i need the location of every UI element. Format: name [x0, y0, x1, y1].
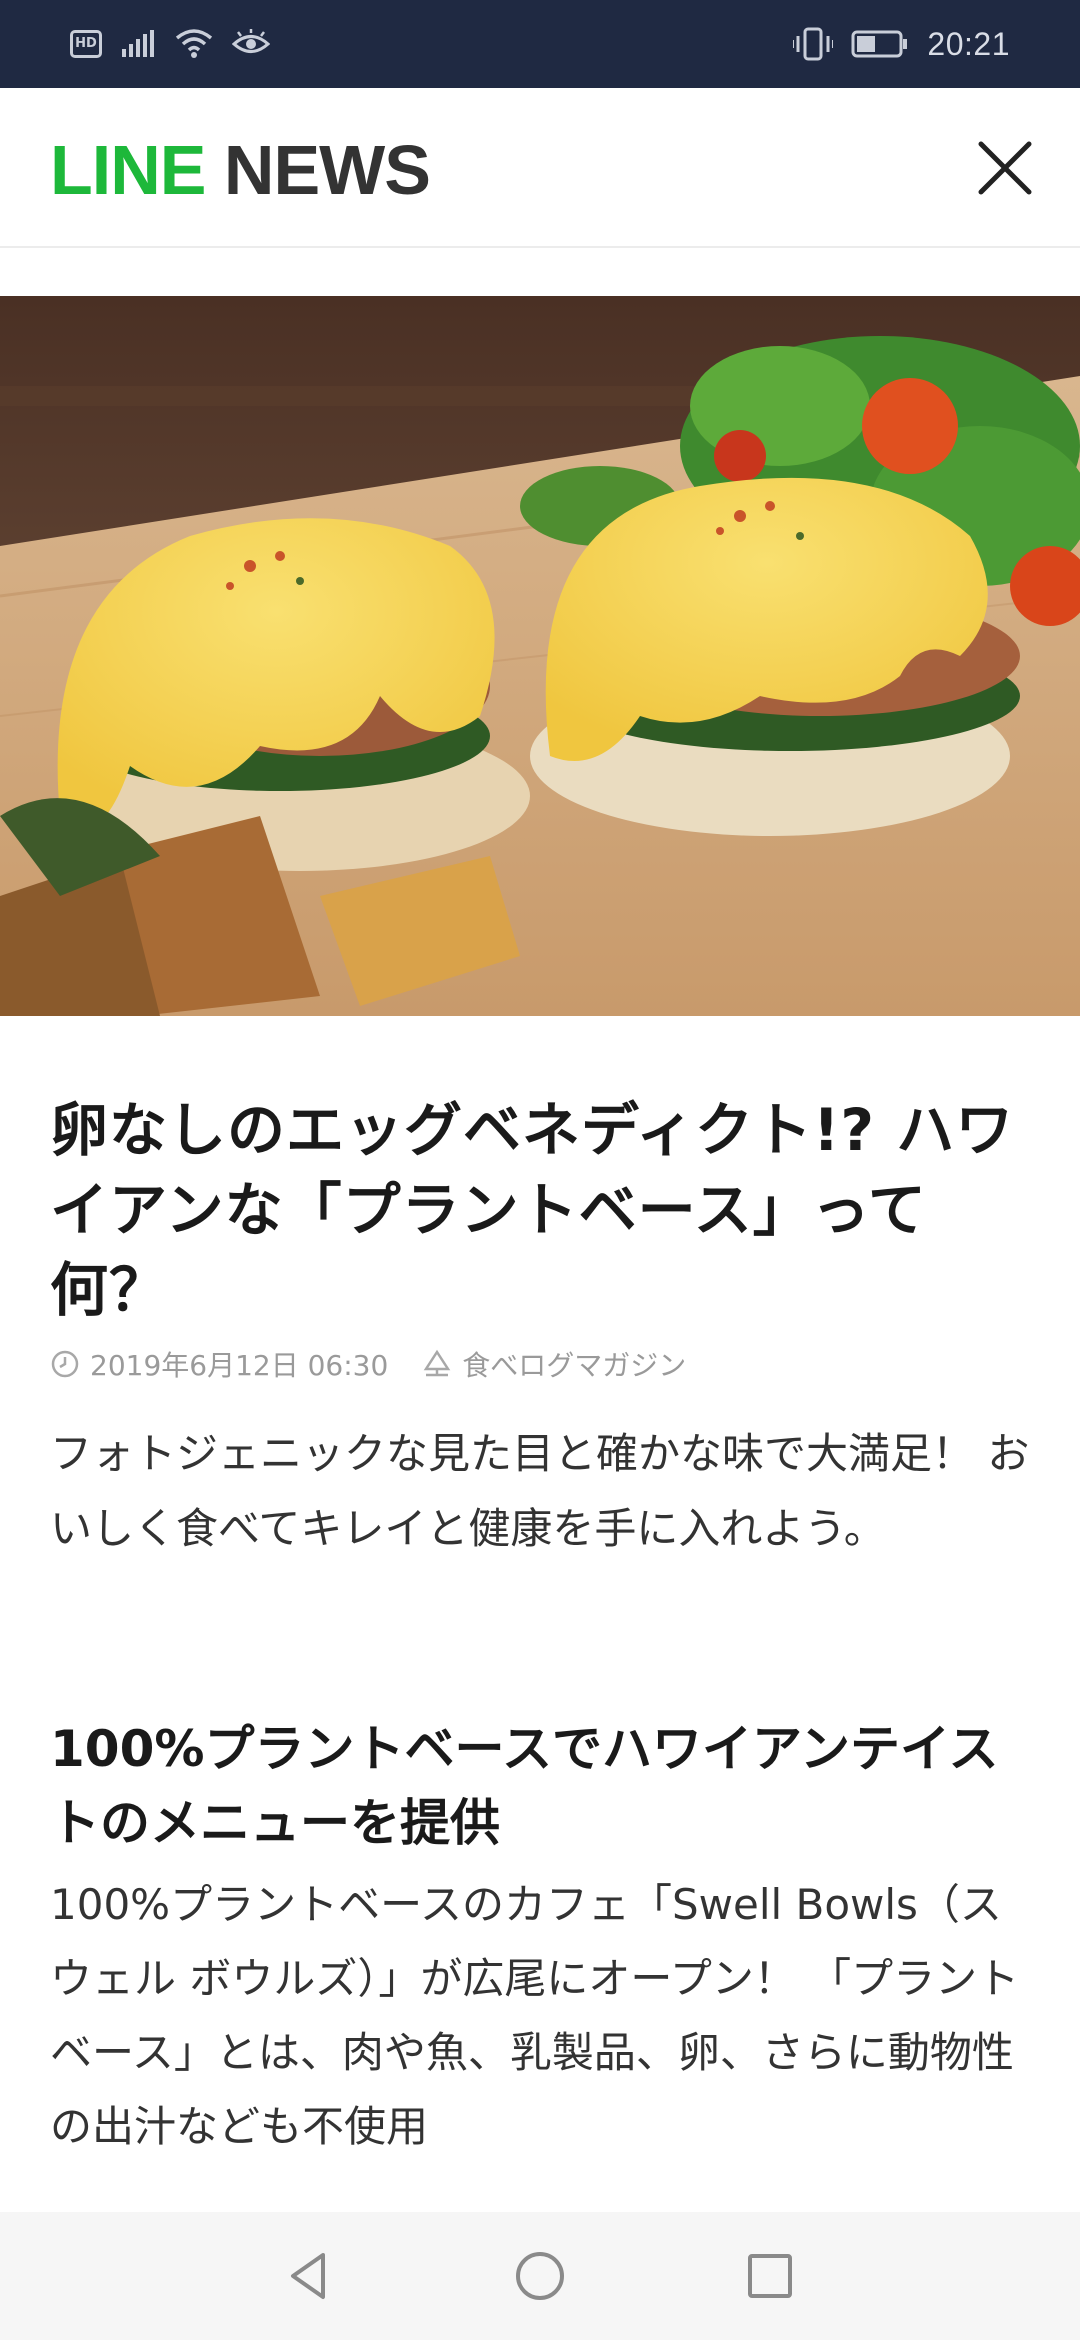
recents-icon	[748, 2254, 792, 2298]
status-icons-right: 20:21	[793, 22, 1010, 66]
logo-news-text: NEWS	[223, 131, 431, 209]
back-button[interactable]	[270, 2236, 350, 2316]
signal-icon	[122, 30, 154, 57]
article-source[interactable]: 食べログマガジン	[422, 1344, 686, 1384]
home-button[interactable]	[500, 2236, 580, 2316]
status-bar: HD 20:21	[0, 0, 1080, 88]
home-icon	[516, 2252, 564, 2300]
back-icon	[291, 2253, 325, 2299]
hd-icon: HD	[70, 30, 102, 58]
app-header: LINE NEWS	[0, 88, 1080, 248]
section-heading: 100%プラントベースでハワイアンテイストのメニューを提供	[50, 1720, 999, 1852]
eggs-benedict-photo	[0, 296, 1080, 1016]
article-source-text: 食べログマガジン	[462, 1349, 687, 1382]
article-lead: フォトジェニックな見た目と確かな味で大満足！ おいしく食べてキレイと健康を手に入…	[50, 1429, 1030, 1553]
article-title: 卵なしのエッグベネディクト!? ハワイアンな「プラントベース」って何？	[50, 1096, 1015, 1324]
article-date-text: 2019年6月12日 06:30	[90, 1349, 389, 1382]
eye-icon	[232, 29, 270, 53]
article-date: 2019年6月12日 06:30	[50, 1344, 388, 1384]
recents-button[interactable]	[730, 2236, 810, 2316]
logo-line-text: LINE	[50, 131, 206, 209]
line-news-logo: LINE NEWS	[50, 130, 431, 210]
battery-icon	[851, 30, 908, 58]
hero-image	[0, 296, 1080, 1016]
close-button[interactable]	[970, 133, 1040, 203]
article: 卵なしのエッグベネディクト!? ハワイアンな「プラントベース」って何？ 2019…	[50, 1090, 1030, 2164]
article-meta: 2019年6月12日 06:30 食べログマガジン	[50, 1342, 1030, 1386]
system-nav-bar	[0, 2212, 1080, 2340]
article-body: 100%プラントベースのカフェ「Swell Bowls（スウェル ボウルズ）」が…	[50, 1880, 1020, 2151]
status-time: 20:21	[927, 25, 1010, 62]
close-icon	[978, 141, 1032, 195]
status-icons-left: HD	[70, 24, 270, 64]
wifi-icon	[175, 29, 213, 58]
clock-icon	[51, 1350, 79, 1378]
vibrate-icon	[793, 27, 834, 61]
publisher-icon	[423, 1349, 451, 1377]
